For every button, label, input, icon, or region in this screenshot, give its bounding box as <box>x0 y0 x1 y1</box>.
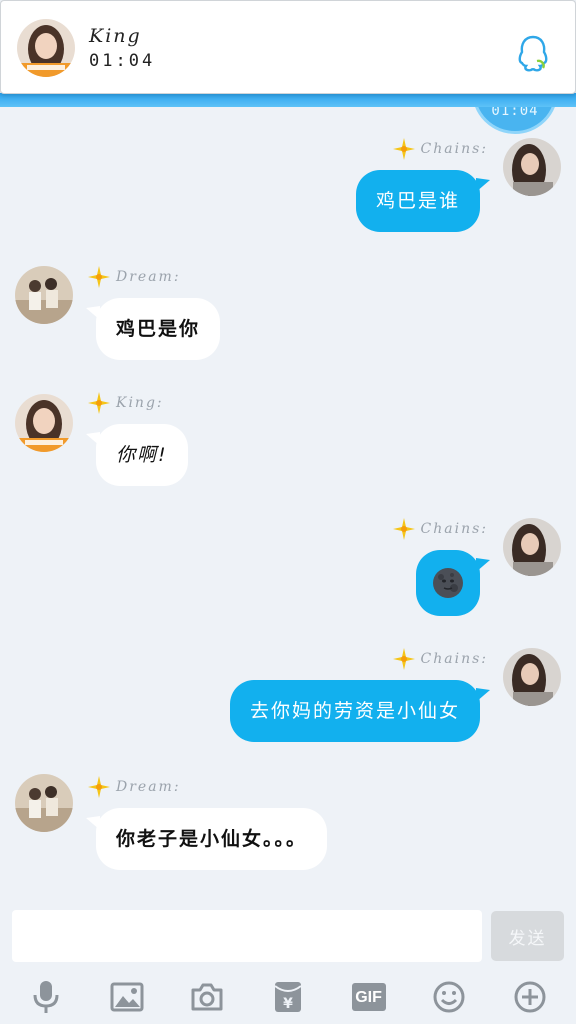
new-moon-face-icon <box>433 568 463 598</box>
king-avatar <box>17 19 75 77</box>
chat-header-bar <box>0 93 576 107</box>
input-area: 发送 ¥ GIF <box>0 900 576 1024</box>
message-bubble[interactable]: 🌚 <box>416 550 480 616</box>
sender-name: Chains: <box>392 138 488 160</box>
sparkle-icon <box>392 138 415 160</box>
chains-avatar[interactable] <box>503 518 561 576</box>
sender-name: King: <box>88 392 164 414</box>
sparkle-icon <box>392 518 415 540</box>
dream-avatar[interactable] <box>15 266 73 324</box>
microphone-icon <box>33 981 59 1013</box>
plus-icon <box>514 981 546 1013</box>
qq-penguin-icon <box>518 35 548 72</box>
message-bubble[interactable]: 去你妈的劳资是小仙女 <box>229 680 480 742</box>
gif-label: GIF <box>355 988 382 1006</box>
message-bubble[interactable]: 你啊! <box>96 424 188 486</box>
sender-name: Chains: <box>392 518 488 540</box>
message-bubble[interactable]: 你老子是小仙女。。。 <box>96 808 328 870</box>
notification-time: 01:04 <box>89 51 156 71</box>
chains-avatar[interactable] <box>503 648 561 706</box>
image-icon <box>110 982 144 1012</box>
sender-name: Dream: <box>88 266 181 288</box>
red-packet-icon: ¥ <box>274 982 302 1012</box>
notification-banner[interactable]: King 01:04 <box>0 0 576 94</box>
chains-avatar[interactable] <box>503 138 561 196</box>
sparkle-icon <box>88 392 110 414</box>
gif-button[interactable]: GIF <box>349 977 389 1017</box>
sender-name: Dream: <box>88 776 181 798</box>
emoji-icon <box>433 981 465 1013</box>
camera-icon <box>191 983 223 1011</box>
more-button[interactable] <box>510 977 550 1017</box>
red-packet-button[interactable]: ¥ <box>268 977 308 1017</box>
camera-button[interactable] <box>187 977 227 1017</box>
dream-avatar[interactable] <box>15 774 73 832</box>
sparkle-icon <box>88 266 110 288</box>
message-input[interactable] <box>12 910 482 962</box>
sparkle-icon <box>88 776 110 798</box>
sender-name: Chains: <box>392 648 488 670</box>
image-button[interactable] <box>107 977 147 1017</box>
send-button[interactable]: 发送 <box>491 911 564 961</box>
input-toolbar: ¥ GIF <box>0 972 576 1022</box>
message-bubble[interactable]: 鸡巴是你 <box>96 298 221 360</box>
sparkle-icon <box>392 648 415 670</box>
notification-sender: King <box>89 25 142 47</box>
emoji-button[interactable] <box>429 977 469 1017</box>
king-avatar[interactable] <box>15 394 73 452</box>
voice-button[interactable] <box>26 977 66 1017</box>
svg-text:¥: ¥ <box>283 996 293 1012</box>
message-bubble[interactable]: 鸡巴是谁 <box>355 170 480 232</box>
